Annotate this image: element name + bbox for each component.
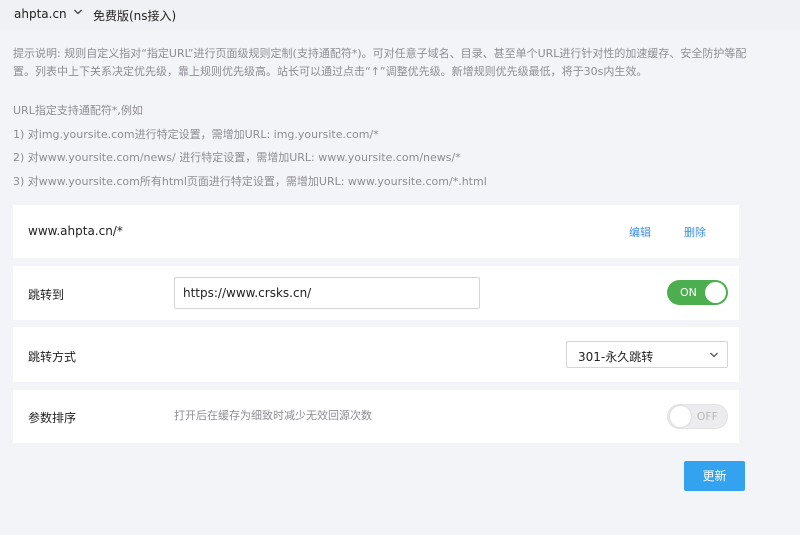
domain-selector-label[interactable]: ahpta.cn (14, 7, 67, 21)
top-bar: ahpta.cn 免费版(ns接入) (0, 0, 800, 30)
example-2: 2) 对www.yoursite.com/news/ 进行特定设置，需增加URL… (13, 151, 461, 164)
delete-link[interactable]: 删除 (684, 224, 706, 240)
redirect-row: 跳转到 https://www.crsks.cn/ ON (13, 266, 739, 320)
update-button[interactable]: 更新 (684, 461, 745, 491)
chevron-down-icon[interactable] (73, 7, 83, 17)
example-3: 3) 对www.yoursite.com所有html页面进行特定设置，需增加UR… (13, 175, 487, 188)
param-sort-toggle[interactable]: OFF (667, 404, 728, 429)
example-1: 1) 对img.yoursite.com进行特定设置，需增加URL: img.y… (13, 128, 379, 141)
chevron-down-icon (710, 352, 718, 358)
redirect-toggle[interactable]: ON (667, 280, 728, 305)
param-sort-row: 参数排序 打开后在缓存为细致时减少无效回源次数 OFF (13, 390, 739, 443)
param-sort-hint: 打开后在缓存为细致时减少无效回源次数 (174, 409, 372, 422)
edit-link[interactable]: 编辑 (629, 224, 651, 240)
redirect-method-row: 跳转方式 301-永久跳转 (13, 327, 739, 382)
toggle-knob (670, 406, 691, 427)
redirect-toggle-label: ON (680, 286, 697, 299)
redirect-method-value: 301-永久跳转 (578, 350, 654, 364)
plan-label: 免费版(ns接入) (93, 9, 177, 23)
rule-path: www.ahpta.cn/* (28, 224, 123, 238)
rule-header-card: www.ahpta.cn/* 编辑 删除 (13, 205, 739, 258)
redirect-label: 跳转到 (28, 288, 65, 302)
description-line-2: 置。列表中上下关系决定优先级，靠上规则优先级高。站长可以通过点击“↑”调整优先级… (13, 65, 648, 78)
redirect-method-label: 跳转方式 (28, 350, 77, 364)
redirect-method-select[interactable]: 301-永久跳转 (566, 341, 728, 368)
example-title: URL指定支持通配符*,例如 (13, 104, 143, 117)
param-sort-label: 参数排序 (28, 411, 77, 425)
description-line-1: 提示说明: 规则自定义指对“指定URL”进行页面级规则定制(支持通配符*)。可对… (13, 47, 747, 60)
param-sort-toggle-label: OFF (696, 410, 718, 423)
toggle-knob (705, 282, 726, 303)
redirect-url-input[interactable]: https://www.crsks.cn/ (174, 277, 480, 309)
